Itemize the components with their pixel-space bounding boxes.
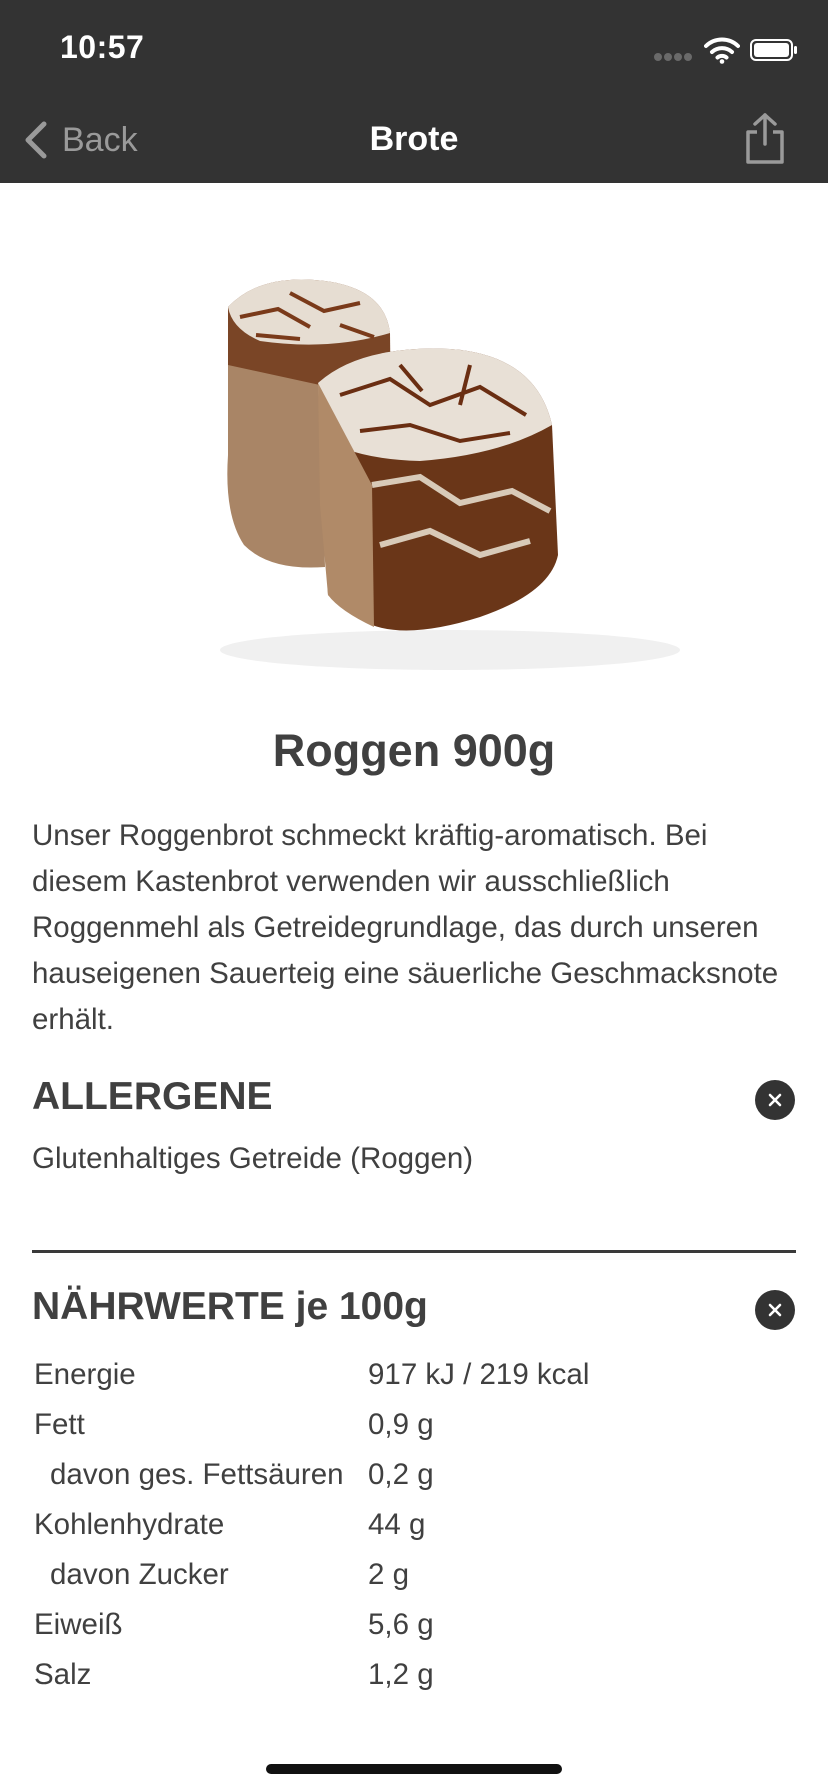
top-bar: 10:57 Back Brote bbox=[0, 0, 828, 183]
nutrition-label: Kohlenhydrate bbox=[34, 1508, 225, 1541]
nutrition-label: Salz bbox=[34, 1658, 92, 1691]
nutrition-close-button[interactable] bbox=[755, 1290, 795, 1330]
table-row: Eiweiß 5,6 g bbox=[34, 1600, 589, 1650]
product-description: Unser Roggenbrot schmeckt kräftig-aromat… bbox=[32, 819, 779, 1036]
nav-title: Brote bbox=[369, 120, 459, 158]
nutrition-value: 0,9 g bbox=[368, 1408, 434, 1441]
nutrition-value: 2 g bbox=[368, 1558, 410, 1591]
product-title: Roggen 900g bbox=[272, 725, 556, 776]
wifi-icon bbox=[704, 37, 740, 64]
status-icons bbox=[654, 36, 797, 64]
nutrition-value: 0,2 g bbox=[368, 1458, 434, 1491]
nutrition-value: 44 g bbox=[368, 1508, 426, 1541]
nutrition-label: Eiweiß bbox=[34, 1608, 123, 1641]
nutrition-heading: NÄHRWERTE je 100g bbox=[32, 1285, 428, 1328]
allergens-text: Glutenhaltiges Getreide (Roggen) bbox=[32, 1142, 474, 1175]
bread-image bbox=[220, 279, 680, 670]
table-row: Salz 1,2 g bbox=[34, 1650, 589, 1700]
home-indicator[interactable] bbox=[266, 1764, 562, 1774]
nutrition-value: 917 kJ / 219 kcal bbox=[368, 1358, 590, 1391]
allergens-heading: ALLERGENE bbox=[32, 1075, 273, 1118]
nutrition-label: davon ges. Fettsäuren bbox=[50, 1458, 344, 1491]
battery-icon bbox=[750, 39, 797, 61]
cellular-signal-icon bbox=[654, 53, 694, 61]
nutrition-value: 1,2 g bbox=[368, 1658, 434, 1691]
table-row: Kohlenhydrate 44 g bbox=[34, 1500, 589, 1550]
table-row: davon Zucker 2 g bbox=[34, 1550, 589, 1600]
nutrition-label: davon Zucker bbox=[50, 1558, 229, 1591]
close-icon bbox=[768, 1303, 782, 1317]
nutrition-table: Energie 917 kJ / 219 kcal Fett 0,9 g dav… bbox=[34, 1350, 589, 1700]
nutrition-label: Energie bbox=[34, 1358, 136, 1391]
share-icon[interactable] bbox=[742, 112, 788, 166]
section-divider bbox=[32, 1250, 796, 1253]
allergens-close-button[interactable] bbox=[755, 1080, 795, 1120]
nutrition-value: 5,6 g bbox=[368, 1608, 434, 1641]
status-time: 10:57 bbox=[60, 29, 145, 65]
close-icon bbox=[768, 1093, 782, 1107]
nutrition-label: Fett bbox=[34, 1408, 85, 1441]
table-row: davon ges. Fettsäuren 0,2 g bbox=[34, 1450, 589, 1500]
navigation-bar: Back Brote bbox=[0, 100, 828, 183]
table-row: Fett 0,9 g bbox=[34, 1400, 589, 1450]
table-row: Energie 917 kJ / 219 kcal bbox=[34, 1350, 589, 1400]
